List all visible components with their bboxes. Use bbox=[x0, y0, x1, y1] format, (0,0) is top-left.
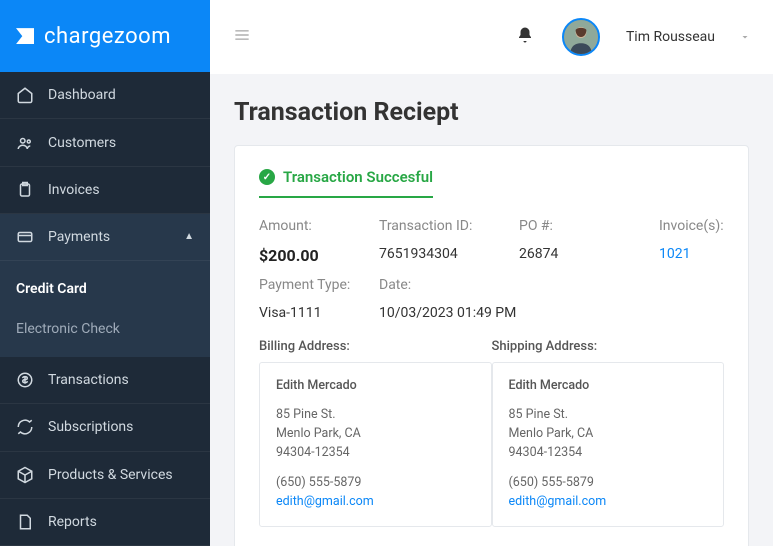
dollar-icon bbox=[16, 371, 34, 389]
home-icon bbox=[16, 86, 34, 104]
transaction-fields: Amount: Transaction ID: PO #: Invoice(s)… bbox=[259, 218, 724, 321]
chevron-up-icon: ▲ bbox=[184, 231, 194, 242]
sidebar-item-invoices[interactable]: Invoices bbox=[0, 167, 210, 214]
shipping-phone: (650) 555-5879 bbox=[509, 474, 708, 493]
card-icon bbox=[16, 228, 34, 246]
refresh-icon bbox=[16, 418, 34, 436]
sidebar-item-label: Transactions bbox=[48, 372, 129, 388]
txid-value: 7651934304 bbox=[379, 246, 519, 265]
billing-box: Edith Mercado 85 Pine St. Menlo Park, CA… bbox=[259, 362, 492, 527]
date-label: Date: bbox=[379, 277, 519, 293]
billing-column: Billing Address: Edith Mercado 85 Pine S… bbox=[259, 339, 492, 527]
billing-email: edith@gmail.com bbox=[276, 493, 475, 512]
po-label: PO #: bbox=[519, 218, 659, 234]
sidebar-item-payments[interactable]: Payments ▲ bbox=[0, 214, 210, 261]
billing-phone: (650) 555-5879 bbox=[276, 474, 475, 493]
sidebar-item-products[interactable]: Products & Services bbox=[0, 452, 210, 499]
shipping-line1: 85 Pine St. bbox=[509, 406, 708, 425]
clipboard-icon bbox=[16, 181, 34, 199]
billing-line2: Menlo Park, CA bbox=[276, 425, 475, 444]
sidebar-subitem-credit-card[interactable]: Credit Card bbox=[0, 269, 210, 309]
shipping-name: Edith Mercado bbox=[509, 377, 708, 396]
billing-title: Billing Address: bbox=[259, 339, 492, 354]
menu-toggle-button[interactable] bbox=[232, 25, 252, 49]
page-title: Transaction Reciept bbox=[234, 98, 749, 127]
sidebar-item-label: Payments bbox=[48, 229, 110, 245]
sidebar-item-label: Products & Services bbox=[48, 467, 173, 483]
user-menu-caret-icon[interactable] bbox=[739, 28, 751, 47]
check-circle-icon: ✓ bbox=[259, 169, 275, 185]
shipping-column: Shipping Address: Edith Mercado 85 Pine … bbox=[492, 339, 725, 527]
ptype-value: Visa-1111 bbox=[259, 305, 379, 321]
main: Tim Rousseau Transaction Reciept ✓ Trans… bbox=[210, 0, 773, 546]
shipping-line3: 94304-12354 bbox=[509, 444, 708, 463]
brand-logo[interactable]: chargezoom bbox=[0, 0, 210, 72]
billing-line3: 94304-12354 bbox=[276, 444, 475, 463]
shipping-box: Edith Mercado 85 Pine St. Menlo Park, CA… bbox=[492, 362, 725, 527]
notifications-button[interactable] bbox=[516, 26, 534, 48]
sidebar-subitem-electronic-check[interactable]: Electronic Check bbox=[0, 309, 210, 349]
topbar: Tim Rousseau bbox=[210, 0, 773, 74]
sidebar-sub-payments: Credit Card Electronic Check bbox=[0, 261, 210, 357]
addresses-row: Billing Address: Edith Mercado 85 Pine S… bbox=[259, 339, 724, 527]
date-value: 10/03/2023 01:49 PM bbox=[379, 305, 724, 321]
sidebar-item-label: Customers bbox=[48, 135, 116, 151]
shipping-line2: Menlo Park, CA bbox=[509, 425, 708, 444]
sidebar-item-label: Subscriptions bbox=[48, 419, 133, 435]
sidebar-item-label: Reports bbox=[48, 514, 97, 530]
shipping-title: Shipping Address: bbox=[492, 339, 725, 354]
sidebar-item-dashboard[interactable]: Dashboard bbox=[0, 72, 210, 119]
status-text: Transaction Succesful bbox=[283, 168, 433, 186]
sidebar-subitem-label: Electronic Check bbox=[16, 321, 120, 337]
amount-label: Amount: bbox=[259, 218, 379, 234]
brand-mark-icon bbox=[16, 26, 36, 46]
sidebar-subitem-label: Credit Card bbox=[16, 281, 87, 297]
user-name: Tim Rousseau bbox=[626, 29, 715, 45]
brand-name: chargezoom bbox=[44, 24, 171, 49]
document-icon bbox=[16, 513, 34, 531]
sidebar-item-reports[interactable]: Reports bbox=[0, 499, 210, 546]
receipt-card: ✓ Transaction Succesful Amount: Transact… bbox=[234, 145, 749, 546]
user-avatar[interactable] bbox=[562, 18, 600, 56]
billing-line1: 85 Pine St. bbox=[276, 406, 475, 425]
users-icon bbox=[16, 134, 34, 152]
status-badge: ✓ Transaction Succesful bbox=[259, 168, 433, 198]
txid-label: Transaction ID: bbox=[379, 218, 519, 234]
billing-name: Edith Mercado bbox=[276, 377, 475, 396]
sidebar-item-label: Dashboard bbox=[48, 87, 116, 103]
ptype-label: Payment Type: bbox=[259, 277, 379, 293]
box-icon bbox=[16, 466, 34, 484]
sidebar-item-label: Invoices bbox=[48, 182, 100, 198]
shipping-email: edith@gmail.com bbox=[509, 493, 708, 512]
amount-value: $200.00 bbox=[259, 246, 379, 265]
sidebar-item-customers[interactable]: Customers bbox=[0, 119, 210, 166]
invoice-label: Invoice(s): bbox=[659, 218, 724, 234]
sidebar-item-transactions[interactable]: Transactions bbox=[0, 357, 210, 404]
invoice-link[interactable]: 1021 bbox=[659, 246, 724, 265]
sidebar: chargezoom Dashboard Customers Invoices … bbox=[0, 0, 210, 546]
po-value: 26874 bbox=[519, 246, 659, 265]
content-area: Transaction Reciept ✓ Transaction Succes… bbox=[210, 74, 773, 546]
sidebar-item-subscriptions[interactable]: Subscriptions bbox=[0, 404, 210, 451]
